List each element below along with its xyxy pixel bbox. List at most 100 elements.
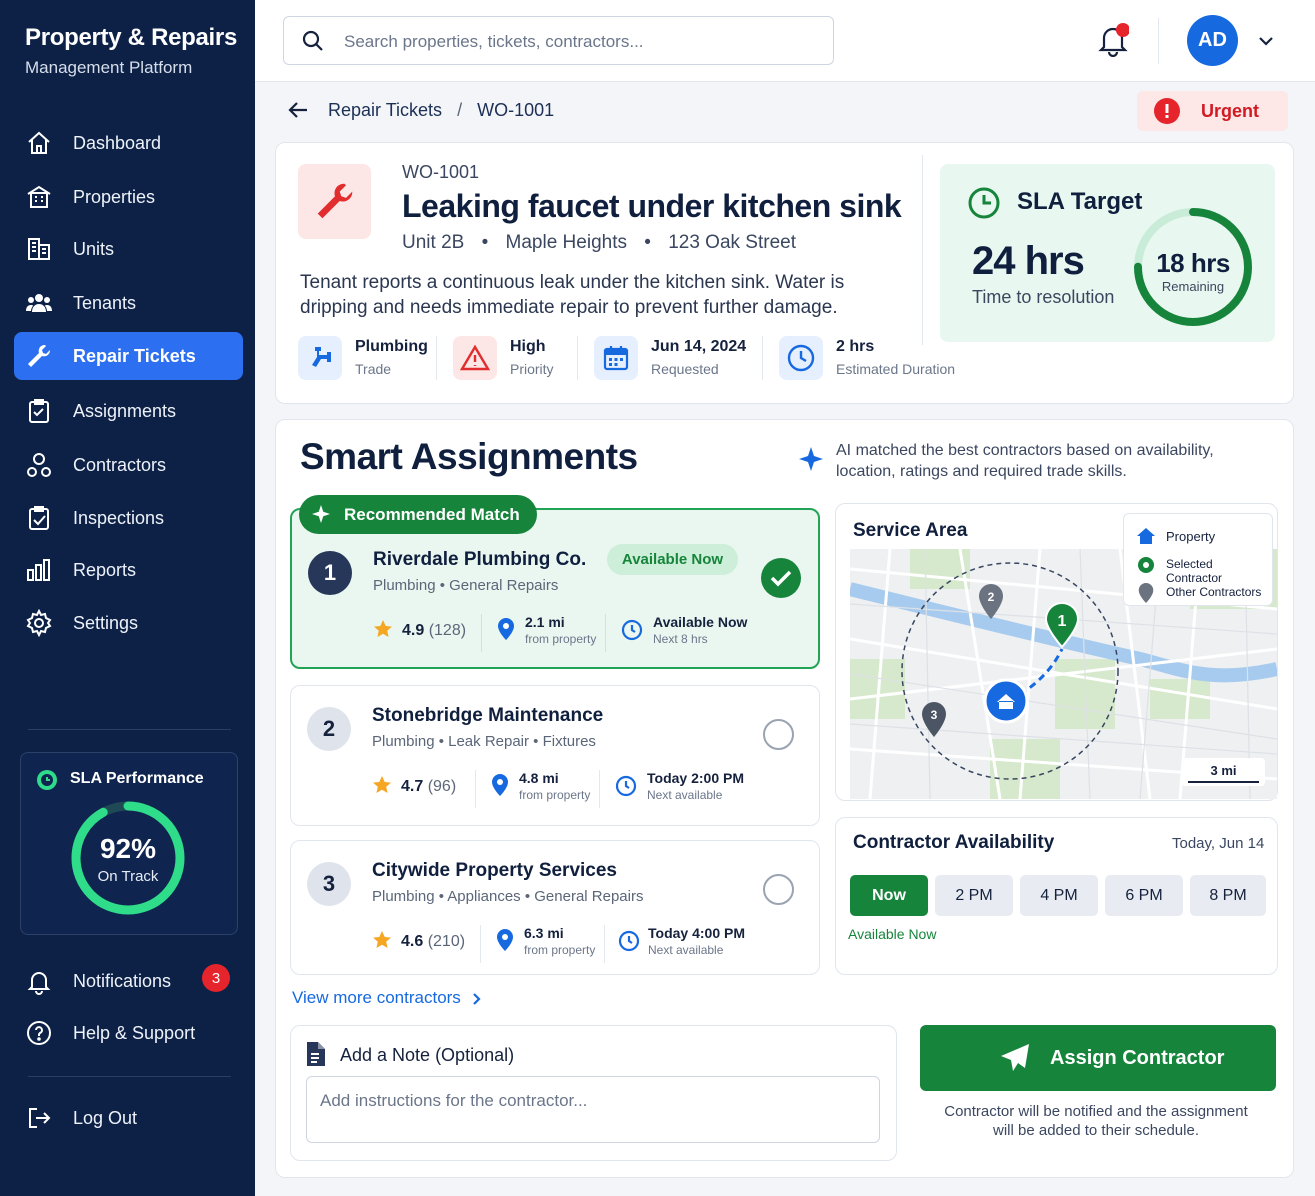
contractor-name: Stonebridge Maintenance — [372, 705, 604, 726]
warning-icon — [453, 336, 497, 380]
sla-target-title: SLA Target — [1017, 188, 1143, 215]
sidebar-item-help[interactable]: Help & Support — [14, 1009, 243, 1057]
wrench-icon — [25, 342, 53, 370]
divider — [577, 336, 578, 380]
distance-value: 4.8 mi — [519, 770, 559, 786]
select-radio[interactable] — [763, 719, 794, 750]
availability-badge: Available Now — [607, 544, 738, 575]
sidebar-item-reports[interactable]: Reports — [14, 546, 243, 594]
property-pin[interactable] — [983, 678, 1029, 724]
back-arrow-icon[interactable] — [287, 100, 309, 120]
clock-icon — [967, 186, 1001, 220]
rating-value: 4.6 — [401, 933, 424, 950]
send-icon — [1000, 1043, 1030, 1073]
availability-value: Available Now — [653, 614, 748, 630]
sidebar-item-label: Notifications — [73, 970, 172, 991]
slot-4pm[interactable]: 4 PM — [1020, 875, 1098, 916]
assign-button-label: Assign Contractor — [1050, 1047, 1225, 1069]
note-title: Add a Note (Optional) — [340, 1045, 515, 1065]
clock-icon — [621, 619, 643, 641]
selected-slot-note: Available Now — [848, 926, 937, 942]
divider — [475, 770, 476, 808]
ticket-property: Maple Heights — [505, 232, 627, 253]
contractor-card-2[interactable]: 2 Stonebridge Maintenance Plumbing • Lea… — [290, 685, 820, 826]
sparkle-icon — [799, 447, 823, 471]
sidebar-item-label: Units — [73, 238, 115, 259]
sidebar-item-dashboard[interactable]: Dashboard — [14, 119, 243, 167]
sidebar-item-settings[interactable]: Settings — [14, 599, 243, 647]
ticket-location: Unit 2B • Maple Heights • 123 Oak Street — [402, 232, 796, 254]
view-more-contractors-link[interactable]: View more contractors — [292, 988, 482, 1008]
gear-icon — [25, 609, 53, 637]
divider — [604, 925, 605, 963]
sidebar-item-logout[interactable]: Log Out — [14, 1094, 243, 1142]
divider — [922, 155, 923, 345]
contractor-card-3[interactable]: 3 Citywide Property Services Plumbing • … — [290, 840, 820, 975]
availability-title: Contractor Availability — [853, 832, 1055, 853]
slot-8pm[interactable]: 8 PM — [1190, 875, 1266, 916]
map-scale-bar — [1188, 781, 1259, 783]
pin-label: 2 — [988, 590, 995, 604]
select-radio[interactable] — [763, 874, 794, 905]
help-icon — [25, 1019, 53, 1047]
slot-2pm[interactable]: 2 PM — [935, 875, 1013, 916]
slot-6pm[interactable]: 6 PM — [1105, 875, 1183, 916]
legend-label: Selected Contractor — [1166, 557, 1223, 585]
sidebar-item-repair-tickets[interactable]: Repair Tickets — [14, 332, 243, 380]
contractor-name: Riverdale Plumbing Co. — [373, 549, 587, 570]
sidebar-item-label: Reports — [73, 559, 137, 580]
sidebar-item-label: Inspections — [73, 507, 165, 528]
avatar[interactable]: AD — [1187, 15, 1238, 66]
chevron-down-icon[interactable] — [1257, 32, 1275, 50]
divider — [1158, 18, 1159, 64]
bullet: • — [481, 232, 489, 253]
contractor-stats: 4.7 (96) 4.8 mi from property Today 2:00 … — [372, 770, 802, 810]
rank-badge: 2 — [307, 707, 351, 751]
ticket-description: Tenant reports a continuous leak under t… — [300, 272, 845, 318]
distance-value: 2.1 mi — [525, 614, 565, 630]
sidebar-item-inspections[interactable]: Inspections — [14, 494, 243, 542]
rank-badge: 3 — [307, 862, 351, 906]
review-count: (210) — [427, 933, 466, 950]
review-count: (128) — [428, 622, 467, 639]
brand-title: Property & Repairs — [25, 24, 238, 51]
clock-icon — [36, 769, 58, 791]
distance-label: from property — [525, 632, 597, 646]
availability-sub: Next available — [648, 943, 724, 957]
pin-label: 1 — [1058, 613, 1067, 630]
map-scale: 3 mi — [1182, 758, 1265, 786]
breadcrumb-parent[interactable]: Repair Tickets — [328, 100, 442, 120]
divider — [599, 770, 600, 808]
review-count: (96) — [427, 778, 457, 795]
document-icon — [305, 1042, 325, 1066]
star-icon — [372, 930, 392, 950]
urgent-badge: Urgent — [1137, 91, 1288, 131]
breadcrumb-current: WO-1001 — [477, 100, 555, 120]
assign-contractor-button[interactable]: Assign Contractor — [920, 1025, 1276, 1091]
ticket-unit: Unit 2B — [402, 232, 465, 253]
bell-icon[interactable] — [1097, 23, 1129, 57]
sidebar-item-tenants[interactable]: Tenants — [14, 279, 243, 327]
contractor-distance: 2.1 mi from property — [525, 614, 596, 646]
legend-label: Property — [1166, 529, 1216, 544]
pin-label: 3 — [931, 708, 938, 722]
sidebar-item-assignments[interactable]: Assignments — [14, 387, 243, 435]
slot-now[interactable]: Now — [850, 875, 928, 916]
contractors-icon — [25, 451, 53, 479]
clipboard-icon — [25, 397, 53, 425]
contractor-rating: 4.6 (210) — [401, 933, 465, 951]
sla-remaining-label: Remaining — [1161, 279, 1225, 294]
metric-value: High — [510, 338, 546, 355]
rank-badge: 1 — [308, 551, 352, 595]
sidebar-item-units[interactable]: Units — [14, 225, 243, 273]
sidebar-item-properties[interactable]: Properties — [14, 173, 243, 221]
divider — [28, 729, 231, 730]
sidebar-item-contractors[interactable]: Contractors — [14, 441, 243, 489]
top-bar: Search properties, tickets, contractors.… — [255, 0, 1315, 82]
selected-check-icon[interactable] — [761, 558, 801, 598]
contractor-stats: 4.6 (210) 6.3 mi from property Today 4:00… — [372, 925, 802, 965]
search-input[interactable]: Search properties, tickets, contractors.… — [283, 16, 834, 65]
contractor-rating: 4.9 (128) — [402, 622, 466, 640]
note-textarea[interactable]: Add instructions for the contractor... — [306, 1076, 880, 1143]
selected-pin-icon — [1137, 556, 1155, 574]
